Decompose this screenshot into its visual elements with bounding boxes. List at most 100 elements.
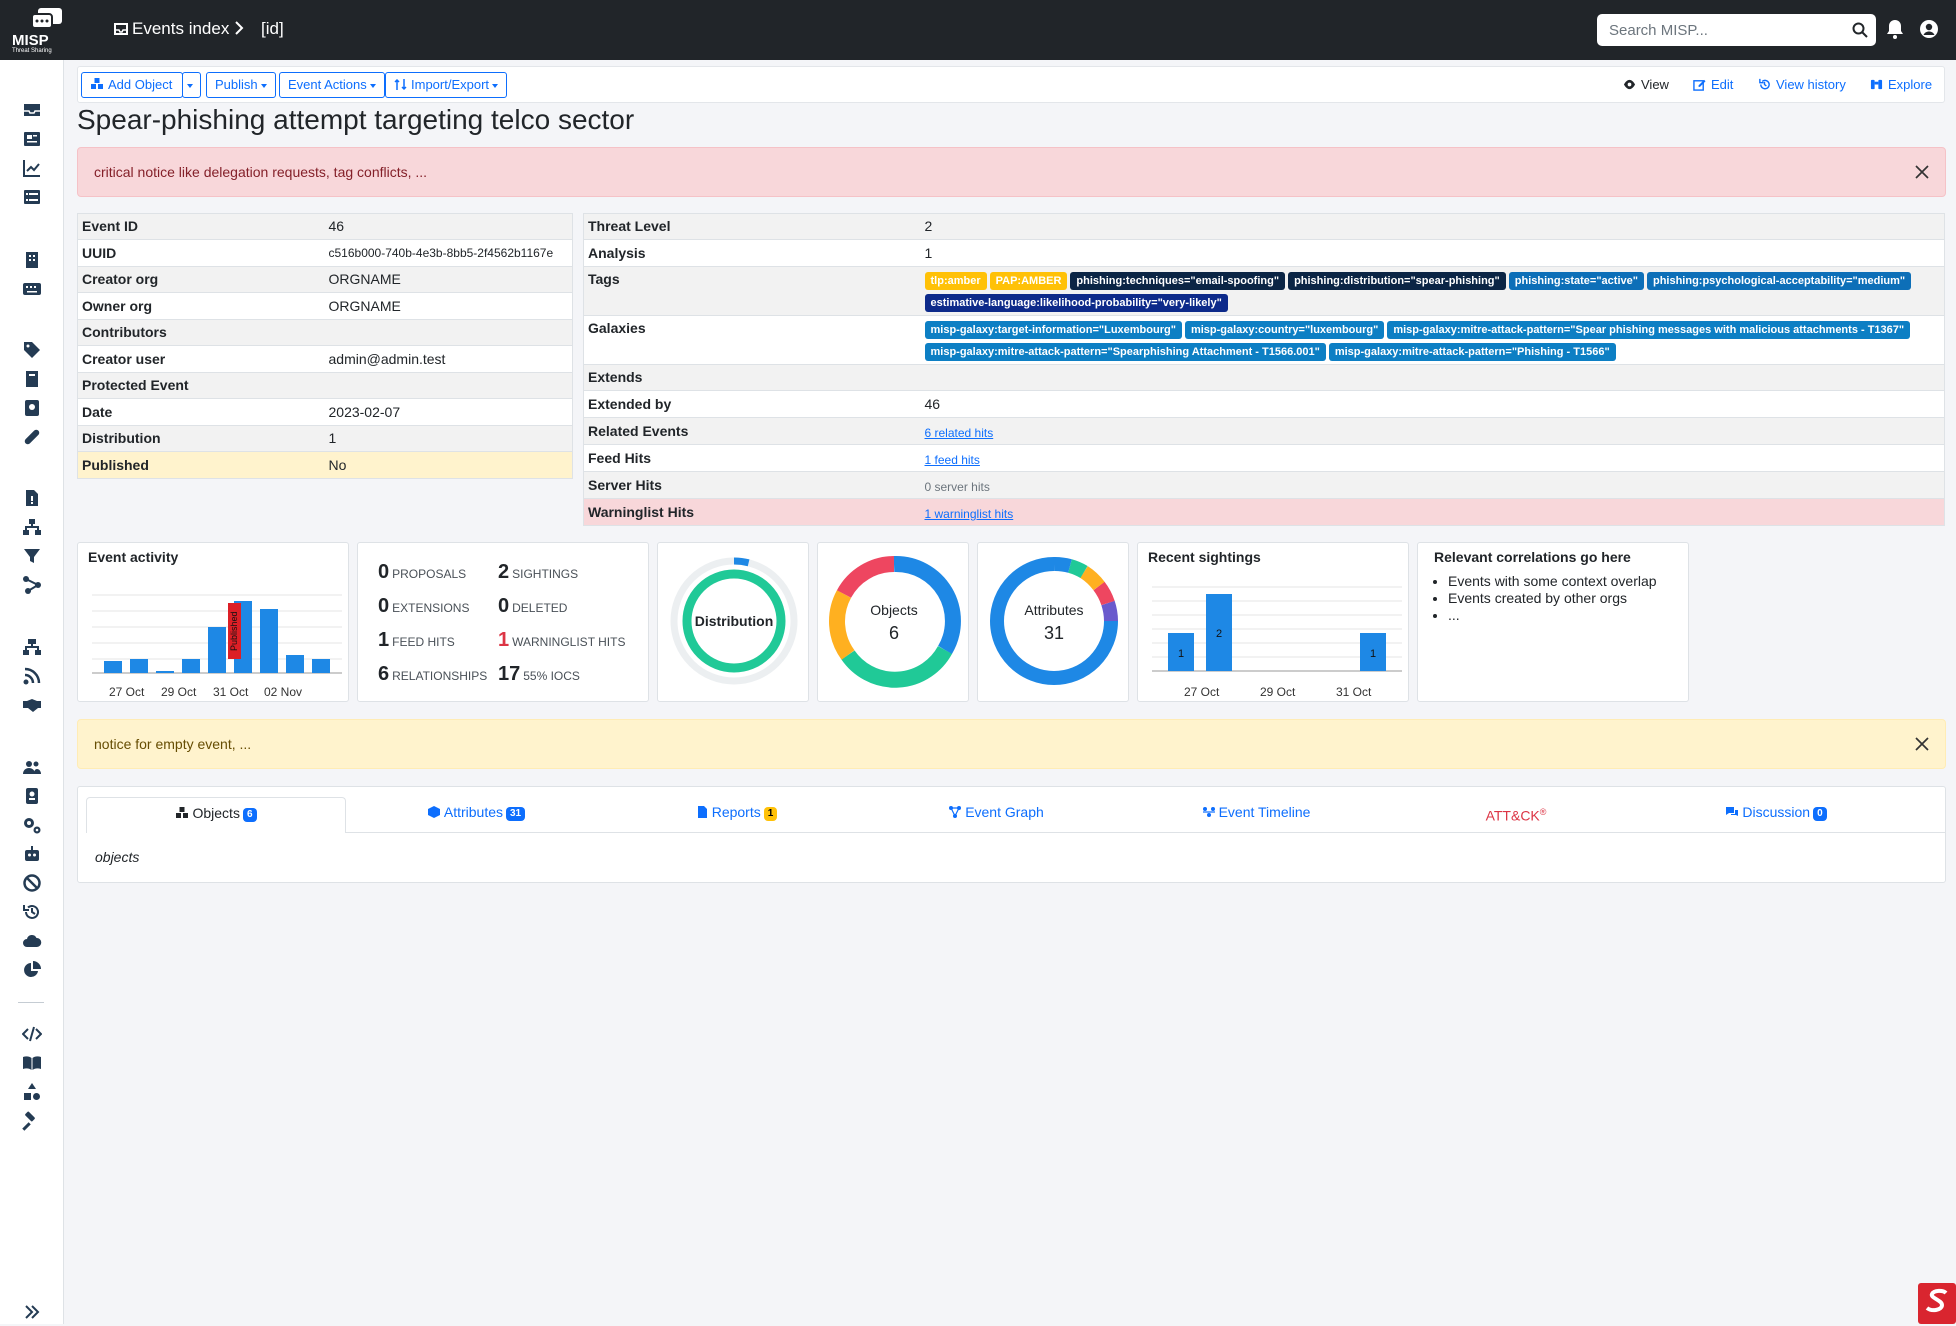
meta-value[interactable]: ORGNAME	[324, 292, 573, 320]
book-open-icon[interactable]	[22, 1053, 44, 1073]
tag-pill[interactable]: phishing:distribution="spear-phishing"	[1288, 272, 1506, 290]
tab-objects[interactable]: Objects 6	[86, 797, 346, 833]
event-actions-button[interactable]: Event Actions	[279, 72, 385, 98]
stat-value: 17	[498, 663, 521, 685]
inbox-icon[interactable]	[22, 100, 44, 120]
close-icon[interactable]	[1915, 737, 1929, 751]
meta-row-uuid: UUID c516b000-740b-4e3b-8bb5-2f4562b1167e	[77, 239, 573, 267]
stat-label: RELATIONSHIPS	[392, 669, 488, 683]
search-input[interactable]	[1597, 14, 1876, 46]
expand-sidebar-icon[interactable]	[22, 1302, 44, 1322]
file-warning-icon[interactable]	[22, 488, 44, 508]
meta-row-creator-user: Creator user admin@admin.test	[77, 345, 573, 373]
stat-relationships: 6 RELATIONSHIPS	[378, 663, 487, 686]
share-nodes-icon[interactable]	[22, 575, 44, 595]
stat-extensions: 0 EXTENSIONS	[378, 595, 469, 618]
sitemap-icon[interactable]	[22, 517, 44, 537]
tag-icon[interactable]	[22, 340, 44, 360]
chart-line-icon[interactable]	[22, 158, 44, 178]
building-icon[interactable]	[22, 250, 44, 270]
shapes-icon[interactable]	[22, 1082, 44, 1102]
attributes-segment	[1101, 600, 1118, 622]
feed-hits-link[interactable]: 1 feed hits	[925, 453, 980, 467]
edit-label: Edit	[1711, 77, 1734, 92]
hammer-icon[interactable]	[22, 1111, 44, 1131]
attributes-segment	[1053, 557, 1072, 573]
add-object-dropdown-toggle[interactable]	[182, 72, 201, 98]
info-key: Threat Level	[583, 213, 921, 240]
bandage-icon[interactable]	[22, 427, 44, 447]
view-history-link[interactable]: View history	[1758, 77, 1846, 92]
list-icon[interactable]	[22, 187, 44, 207]
newspaper-icon[interactable]	[22, 129, 44, 149]
activity-bar	[130, 659, 148, 673]
tag-pill[interactable]: PAP:AMBER	[989, 272, 1068, 290]
tab-event-graph[interactable]: Event Graph	[866, 797, 1126, 833]
users-icon[interactable]	[22, 757, 44, 777]
edit-icon	[1693, 79, 1706, 91]
activity-tick-label: 29 Oct	[161, 685, 197, 699]
import-export-button[interactable]: Import/Export	[385, 72, 508, 98]
cloud-icon[interactable]	[22, 931, 44, 951]
history-icon[interactable]	[22, 902, 44, 922]
tag-pill[interactable]: phishing:psychological-acceptability="me…	[1646, 272, 1912, 290]
tab-content-objects: objects	[95, 849, 140, 865]
address-book-icon[interactable]	[22, 398, 44, 418]
tab-attributes[interactable]: Attributes 31	[346, 797, 606, 833]
book-icon[interactable]	[22, 369, 44, 389]
timeline-icon	[1202, 807, 1215, 817]
explore-link[interactable]: Explore	[1870, 77, 1932, 92]
bell-icon[interactable]	[1886, 19, 1904, 39]
galaxy-pill[interactable]: misp-galaxy:target-information="Luxembou…	[924, 321, 1182, 339]
tab-event-timeline[interactable]: Event Timeline	[1126, 797, 1386, 833]
info-row-threat-level: Threat Level 2	[583, 213, 1945, 240]
galaxy-pill[interactable]: misp-galaxy:mitre-attack-pattern="Spearp…	[924, 343, 1326, 361]
eye-icon	[1623, 79, 1636, 90]
meta-row-date: Date 2023-02-07	[77, 398, 573, 426]
tag-pill[interactable]: tlp:amber	[924, 272, 987, 290]
event-toolbar: Add Object Publish Event Actions Import/…	[77, 66, 1945, 103]
handshake-icon[interactable]	[22, 695, 44, 715]
tag-pill[interactable]: phishing:state="active"	[1508, 272, 1644, 290]
related-hits-link[interactable]: 6 related hits	[925, 426, 994, 440]
breadcrumb-events-index[interactable]: Events index	[132, 19, 229, 39]
chart-pie-icon[interactable]	[22, 960, 44, 980]
misp-logo[interactable]: MISP Threat Sharing	[8, 6, 66, 54]
search-icon[interactable]	[1852, 22, 1868, 38]
tag-pill[interactable]: phishing:techniques="email-spoofing"	[1070, 272, 1286, 290]
meta-key: Date	[77, 398, 325, 426]
tag-pill[interactable]: estimative-language:likelihood-probabili…	[924, 294, 1228, 312]
filter-icon[interactable]	[22, 546, 44, 566]
warninglist-hits-link[interactable]: 1 warninglist hits	[925, 507, 1014, 521]
tab-attack[interactable]: ATT&CK®	[1386, 797, 1646, 833]
rss-icon[interactable]	[22, 666, 44, 686]
galaxy-pill[interactable]: misp-galaxy:mitre-attack-pattern="Spear …	[1387, 321, 1911, 339]
keyboard-icon[interactable]	[22, 279, 44, 299]
edit-link[interactable]: Edit	[1693, 77, 1733, 92]
brand-corner-icon[interactable]	[1918, 1283, 1956, 1324]
meta-key: Contributors	[77, 319, 325, 346]
close-icon[interactable]	[1915, 165, 1929, 179]
user-circle-icon[interactable]	[1919, 19, 1939, 39]
info-key: Galaxies	[583, 315, 921, 365]
galaxy-pill[interactable]: misp-galaxy:country="luxembourg"	[1184, 321, 1385, 339]
tab-reports[interactable]: Reports 1	[606, 797, 866, 833]
info-key: Tags	[583, 266, 921, 316]
ban-icon[interactable]	[22, 873, 44, 893]
gears-icon[interactable]	[22, 815, 44, 835]
code-icon[interactable]	[21, 1024, 44, 1044]
tab-count-badge: 6	[242, 808, 257, 822]
meta-key: Protected Event	[77, 372, 325, 399]
robot-icon[interactable]	[22, 844, 44, 864]
galaxy-pill[interactable]: misp-galaxy:mitre-attack-pattern="Phishi…	[1328, 343, 1616, 361]
add-object-button[interactable]: Add Object	[81, 72, 183, 98]
publish-button[interactable]: Publish	[206, 72, 276, 98]
breadcrumb-event-id: [id]	[261, 19, 284, 38]
view-link[interactable]: View	[1623, 77, 1669, 92]
info-key: Warninglist Hits	[583, 498, 921, 526]
info-key: Analysis	[583, 239, 921, 267]
tab-discussion[interactable]: Discussion 0	[1646, 797, 1906, 833]
network-icon[interactable]	[22, 637, 44, 657]
meta-value[interactable]: ORGNAME	[324, 266, 573, 293]
id-badge-icon[interactable]	[22, 786, 44, 806]
